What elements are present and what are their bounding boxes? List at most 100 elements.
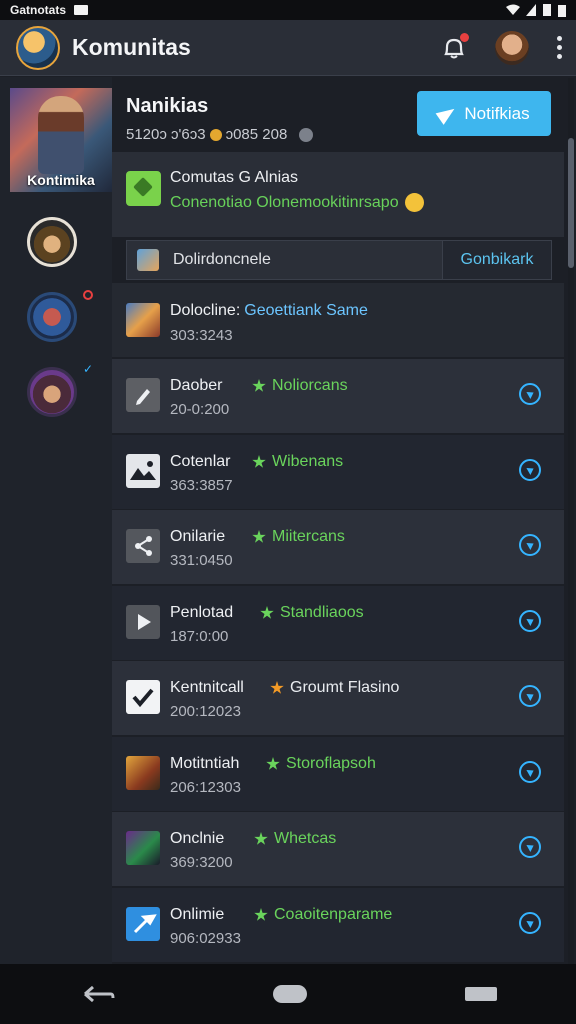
search-row[interactable]: Dolirdoncnele Gonbikark: [126, 240, 552, 280]
open-channel-button[interactable]: [519, 761, 541, 783]
list-item-count: 331:0450: [170, 552, 233, 569]
mail-icon: [74, 5, 89, 15]
open-channel-button[interactable]: [519, 383, 541, 405]
open-channel-button[interactable]: [519, 610, 541, 632]
list-item-tag: Wibenans: [252, 453, 343, 471]
coin-icon: [209, 128, 222, 141]
tool-icon: [126, 907, 160, 941]
app-title: Komunitas: [72, 34, 191, 60]
list-item[interactable]: Kentnitcall 200:12023 Groumt Flasino: [112, 661, 564, 735]
announcement-subtitle-row: Conenotiao Olonemookitinrsapo: [170, 193, 424, 212]
play-icon: [126, 605, 160, 639]
list-item-tag-label: Wibenans: [272, 453, 344, 470]
featured-highlight: Geoettiank Same: [244, 302, 368, 319]
open-channel-button[interactable]: [519, 534, 541, 556]
back-icon[interactable]: [79, 984, 115, 1004]
settings-gear-icon[interactable]: [299, 127, 314, 142]
star-icon: [252, 455, 266, 468]
community-header: Nanikias 5120ɔ ɔ'6ɔ3 ɔ085 208 Notifkias: [112, 77, 564, 152]
stats-primary: 5120ɔ ɔ'6ɔ3: [126, 126, 206, 143]
list-item-title: Cotenlar: [170, 453, 231, 470]
list-item[interactable]: Onilarie 331:0450 Miitercans: [112, 510, 564, 584]
community-name: Nanikias: [126, 95, 209, 117]
paper-plane-icon: [436, 102, 459, 125]
app-bar-actions: [441, 30, 562, 65]
list-item[interactable]: Daober 20-0:200 Noliorcans: [112, 359, 564, 433]
carrier-label: Gatnotats: [10, 3, 67, 17]
user-avatar[interactable]: [495, 30, 529, 65]
star-icon: [266, 757, 280, 770]
sim-icon: [543, 4, 551, 16]
list-item[interactable]: Motitntiah 206:12303 Storoflapsoh: [112, 737, 564, 811]
search-row-action-button[interactable]: Gonbikark: [442, 241, 551, 279]
edit-icon: [126, 378, 160, 412]
share-icon: [126, 529, 160, 563]
list-item-tag-label: Coaoitenparame: [274, 906, 393, 923]
sidebar-community-avatar-2[interactable]: [27, 292, 77, 342]
list-item-title: Daober: [170, 377, 223, 394]
list-item-tag: Storoflapsoh: [266, 755, 376, 773]
announcement-card[interactable]: Comutas G Alnias Conenotiao Olonemookiti…: [112, 152, 564, 237]
announcement-icon: [126, 171, 161, 206]
list-item-tag-label: Whetcas: [274, 830, 337, 847]
list-item[interactable]: Cotenlar 363:3857 Wibenans: [112, 435, 564, 509]
notification-bell-icon[interactable]: [441, 32, 469, 61]
announcement-subtitle: Conenotiao Olonemookitinrsapo: [170, 193, 399, 211]
list-item-title: Onilarie: [170, 528, 226, 545]
scrollbar-thumb[interactable]: [568, 138, 574, 268]
list-item-title: Onclnie: [170, 830, 225, 847]
new-indicator-icon: ✓: [83, 362, 94, 376]
notification-dot: [460, 32, 469, 42]
hero-icon: [126, 756, 160, 790]
wifi-icon: [506, 4, 520, 15]
community-stats: 5120ɔ ɔ'6ɔ3 ɔ085 208: [126, 126, 314, 143]
notifications-button-label: Notifkias: [464, 103, 530, 123]
list-item-count: 906:02933: [170, 930, 241, 947]
battery-icon: [558, 4, 566, 17]
featured-title-row: Dolocline: Geoettiank Same: [170, 302, 368, 320]
list-item-tag: Coaoitenparame: [254, 906, 392, 924]
open-channel-button[interactable]: [519, 912, 541, 934]
list-item-tag-label: Groumt Flasino: [290, 679, 400, 696]
list-item-tag: Miitercans: [252, 528, 345, 546]
cover-label: Kontimika: [27, 172, 95, 188]
community-cover[interactable]: Kontimika: [10, 88, 112, 192]
check-icon: [126, 680, 160, 714]
more-vertical-icon[interactable]: [557, 36, 562, 59]
list-item-tag: Groumt Flasino: [270, 679, 399, 697]
list-item[interactable]: Onclnie 369:3200 Whetcas: [112, 812, 564, 886]
community-content: Nanikias 5120ɔ ɔ'6ɔ3 ɔ085 208 Notifkias …: [112, 77, 564, 964]
status-bar: Gatnotats: [0, 0, 576, 20]
list-item-tag: Standliaoos: [260, 604, 364, 622]
app-logo: [16, 25, 60, 70]
open-channel-button[interactable]: [519, 685, 541, 707]
announcement-title: Comutas G Alnias: [170, 169, 299, 186]
list-item[interactable]: Onlimie 906:02933 Coaoitenparame: [112, 888, 564, 962]
list-item-tag-label: Standliaoos: [280, 604, 364, 621]
featured-thumb-icon: [126, 303, 160, 337]
scrollbar[interactable]: [568, 78, 574, 964]
list-item-tag-label: Miitercans: [272, 528, 345, 545]
star-icon: [270, 681, 284, 694]
open-channel-button[interactable]: [519, 459, 541, 481]
sidebar-community-avatar-3[interactable]: [27, 367, 77, 417]
star-icon: [252, 530, 266, 543]
featured-row[interactable]: Dolocline: Geoettiank Same 303:3243: [112, 283, 564, 357]
signal-icon: [526, 4, 536, 16]
star-icon: [260, 606, 274, 619]
star-icon: [252, 379, 266, 392]
unread-badge: [83, 290, 93, 300]
home-icon[interactable]: [273, 985, 307, 1003]
notifications-button[interactable]: Notifkias: [417, 91, 551, 136]
list-item-tag-label: Noliorcans: [272, 377, 348, 394]
recents-icon[interactable]: [465, 987, 497, 1001]
list-item[interactable]: Penlotad 187:0:00 Standliaoos: [112, 586, 564, 660]
joker-icon: [126, 831, 160, 865]
featured-count: 303:3243: [170, 327, 233, 344]
open-channel-button[interactable]: [519, 836, 541, 858]
list-item-count: 200:12023: [170, 703, 241, 720]
stats-secondary: ɔ085 208: [225, 126, 288, 143]
sidebar-community-avatar-1[interactable]: [27, 217, 77, 267]
list-item-tag: Noliorcans: [252, 377, 348, 395]
list-item-count: 206:12303: [170, 779, 241, 796]
